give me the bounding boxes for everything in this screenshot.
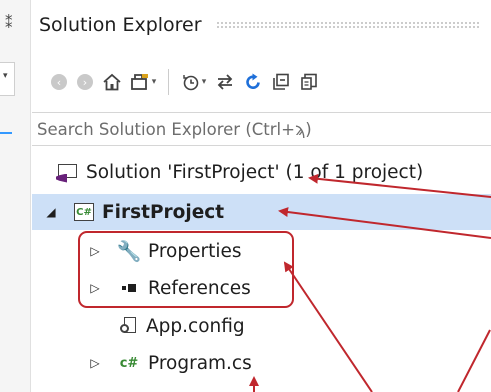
search-box[interactable] [32, 112, 491, 146]
back-arrow-icon: ‹ [51, 74, 67, 90]
panel-title: Solution Explorer [39, 14, 202, 36]
home-icon [103, 73, 121, 91]
show-all-files-button[interactable] [295, 67, 323, 97]
expand-triangle-icon[interactable]: ▷ [86, 356, 104, 370]
program-label: Program.cs [148, 352, 252, 374]
tree-item-app-config[interactable]: App.config [32, 308, 491, 344]
home-button[interactable] [98, 67, 126, 97]
switch-views-button[interactable]: ▾ [126, 67, 160, 97]
chevron-down-icon: ▾ [3, 71, 8, 81]
sync-arrows-icon [217, 74, 233, 90]
forward-button[interactable]: › [72, 67, 98, 97]
solution-label: Solution 'FirstProject' (1 of 1 project) [86, 161, 424, 183]
title-grip[interactable] [215, 21, 481, 29]
collapse-all-icon [273, 73, 289, 90]
csharp-project-icon: C# [74, 203, 94, 221]
editor-tab-indicator [0, 132, 12, 134]
forward-arrow-icon: › [77, 74, 93, 90]
editor-dropdown[interactable]: ▾ [0, 62, 15, 96]
toolbar: ‹ › ▾ ▾ [32, 62, 491, 102]
config-file-icon [120, 316, 138, 336]
annotation-highlight-box [78, 231, 294, 308]
collapse-triangle-icon[interactable]: ◢ [42, 205, 60, 219]
search-input[interactable] [32, 113, 491, 145]
history-clock-icon [183, 75, 199, 91]
switch-views-icon [130, 74, 148, 90]
sync-button[interactable] [211, 67, 239, 97]
back-button[interactable]: ‹ [46, 67, 72, 97]
refresh-button[interactable] [239, 67, 267, 97]
show-all-files-icon [301, 73, 317, 90]
chevron-down-icon: ▾ [151, 77, 157, 87]
editor-edge: ⁑ ▾ [0, 0, 31, 392]
solution-icon [56, 163, 78, 183]
collapse-all-button[interactable] [267, 67, 295, 97]
tree-item-solution[interactable]: Solution 'FirstProject' (1 of 1 project) [32, 154, 491, 190]
tree-item-program[interactable]: ▷ c# Program.cs [32, 345, 491, 381]
csharp-file-icon: c# [119, 355, 139, 371]
pin-icon[interactable]: ⁑ [5, 14, 13, 32]
chevron-down-icon: ▾ [201, 77, 207, 87]
toolbar-separator [168, 69, 169, 95]
project-label: FirstProject [102, 201, 225, 223]
tree-item-project[interactable]: ◢ C# FirstProject [32, 194, 491, 230]
app-config-label: App.config [146, 315, 245, 337]
refresh-icon [246, 73, 260, 89]
panel-title-bar[interactable]: Solution Explorer [32, 0, 491, 50]
pending-changes-button[interactable]: ▾ [177, 67, 211, 97]
